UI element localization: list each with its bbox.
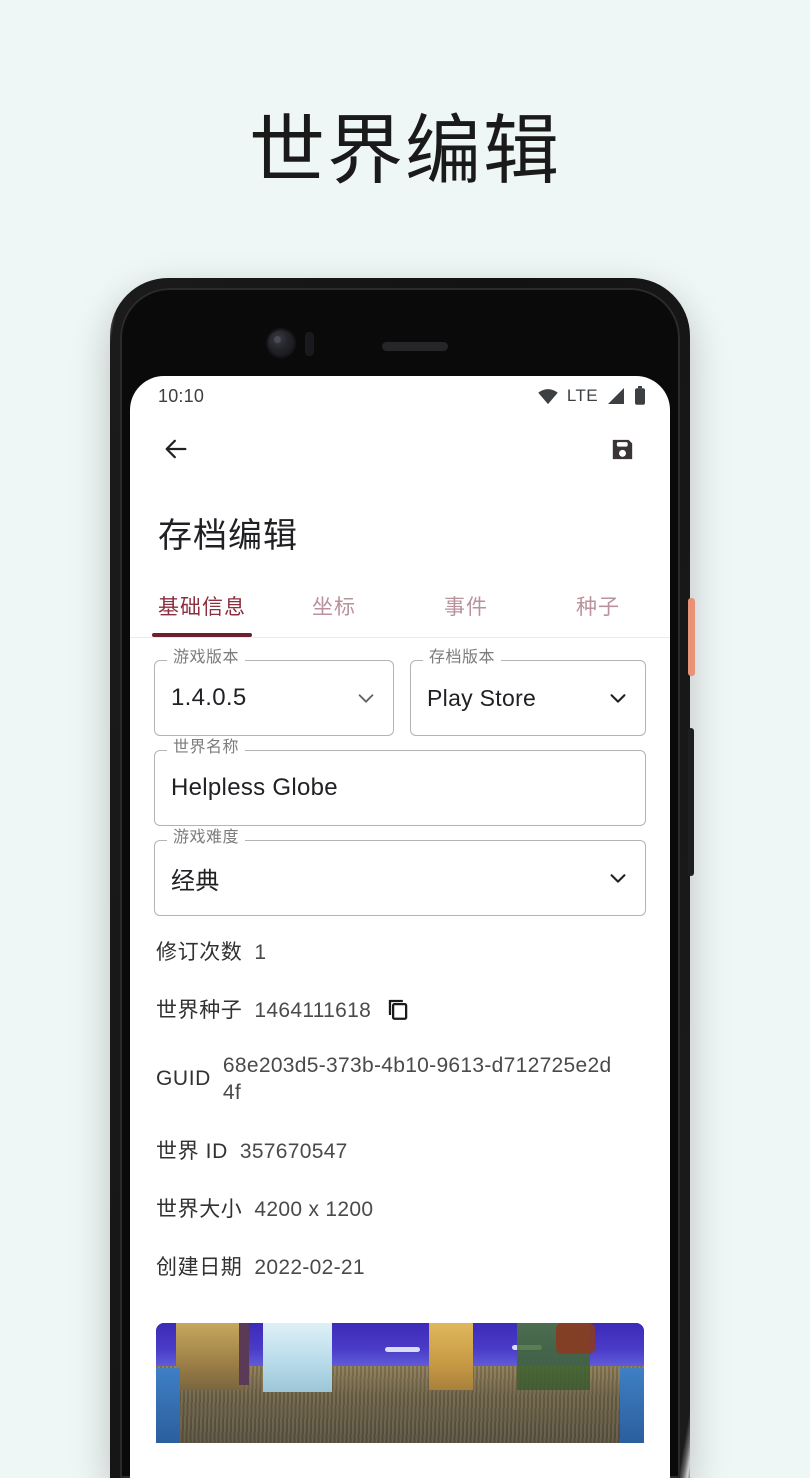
status-bar-icons: LTE bbox=[537, 386, 646, 406]
difficulty-select[interactable]: 游戏难度 经典 bbox=[154, 830, 646, 916]
wifi-icon bbox=[538, 389, 558, 405]
signal-icon bbox=[608, 388, 624, 404]
promo-headline: 世界编辑 bbox=[249, 109, 561, 194]
tab-events[interactable]: 事件 bbox=[400, 579, 532, 637]
info-label: 世界大小 bbox=[156, 1197, 243, 1221]
front-camera-icon bbox=[268, 330, 294, 356]
save-version-select[interactable]: 存档版本 Play Store bbox=[410, 650, 646, 736]
tab-basic-info[interactable]: 基础信息 bbox=[136, 579, 268, 637]
map-preview-wrapper bbox=[130, 1319, 670, 1443]
info-value: 1 bbox=[254, 941, 267, 964]
info-value: 357670547 bbox=[239, 1139, 348, 1163]
info-row-guid: GUID 68e203d5-373b-4b10-9613-d712725e2d4… bbox=[156, 1052, 644, 1107]
game-version-label: 游戏版本 bbox=[167, 650, 246, 666]
world-info-list: 修订次数 1 世界种子 1464111618 GUID 68e203d5-373… bbox=[130, 916, 670, 1319]
back-button[interactable] bbox=[156, 429, 196, 469]
phone-device-mockup: 10:10 LTE 存档编辑 基础信息 坐标 事件 种子 游戏版本 1.4.0.… bbox=[110, 278, 695, 1478]
earpiece-speaker-icon bbox=[382, 342, 448, 351]
map-ocean-left bbox=[156, 1368, 181, 1443]
save-version-label: 存档版本 bbox=[423, 650, 502, 666]
info-value: 68e203d5-373b-4b10-9613-d712725e2d4f bbox=[222, 1054, 612, 1105]
map-ocean-right bbox=[619, 1368, 644, 1443]
version-row: 游戏版本 1.4.0.5 存档版本 Play Store bbox=[154, 650, 646, 736]
info-label: 修订次数 bbox=[156, 941, 243, 964]
chevron-down-icon bbox=[610, 694, 626, 703]
difficulty-label: 游戏难度 bbox=[167, 830, 246, 846]
map-biome-corruption bbox=[238, 1322, 249, 1385]
info-value: 2022-02-21 bbox=[254, 1255, 365, 1279]
status-bar: 10:10 LTE bbox=[130, 376, 670, 416]
game-version-value: 1.4.0.5 bbox=[171, 684, 247, 711]
chevron-down-icon bbox=[358, 694, 374, 703]
info-row-revision: 修订次数 1 bbox=[156, 936, 644, 966]
info-row-created-date: 创建日期 2022-02-21 bbox=[156, 1251, 644, 1281]
world-name-input[interactable]: 世界名称 Helpless Globe bbox=[154, 740, 646, 826]
save-floppy-icon bbox=[612, 439, 632, 459]
info-value: 1464111618 bbox=[254, 999, 372, 1022]
proximity-sensor-icon bbox=[305, 332, 314, 356]
map-biome-sand bbox=[429, 1322, 474, 1390]
world-map-preview[interactable] bbox=[156, 1322, 644, 1443]
map-biome-snow bbox=[263, 1322, 332, 1393]
tab-seeds[interactable]: 种子 bbox=[532, 579, 664, 637]
info-label: 创建日期 bbox=[156, 1255, 243, 1279]
game-version-select[interactable]: 游戏版本 1.4.0.5 bbox=[154, 650, 395, 736]
chevron-down-icon bbox=[610, 874, 626, 883]
battery-icon bbox=[635, 386, 645, 405]
page-title: 存档编辑 bbox=[158, 517, 298, 555]
info-label: GUID bbox=[156, 1067, 211, 1091]
info-value: 4200 x 1200 bbox=[254, 1197, 374, 1221]
info-row-world-seed: 世界种子 1464111618 bbox=[156, 994, 644, 1024]
map-cloud bbox=[385, 1346, 420, 1352]
device-frame: 10:10 LTE 存档编辑 基础信息 坐标 事件 种子 游戏版本 1.4.0.… bbox=[110, 278, 690, 1478]
world-name-value: Helpless Globe bbox=[171, 774, 338, 801]
save-version-value: Play Store bbox=[427, 684, 537, 711]
app-bar bbox=[130, 416, 670, 482]
difficulty-value: 经典 bbox=[171, 867, 220, 895]
status-bar-clock: 10:10 bbox=[158, 385, 205, 406]
save-button[interactable] bbox=[602, 429, 642, 469]
info-label: 世界种子 bbox=[156, 999, 243, 1022]
copy-icon[interactable] bbox=[385, 996, 411, 1022]
world-name-label: 世界名称 bbox=[167, 740, 246, 756]
tab-bar: 基础信息 坐标 事件 种子 bbox=[130, 579, 670, 638]
map-biome-desert bbox=[175, 1322, 244, 1390]
back-arrow-icon bbox=[165, 439, 187, 459]
device-bezel: 10:10 LTE 存档编辑 基础信息 坐标 事件 种子 游戏版本 1.4.0.… bbox=[120, 288, 680, 1478]
info-row-world-size: 世界大小 4200 x 1200 bbox=[156, 1193, 644, 1223]
network-type-label: LTE bbox=[566, 386, 598, 405]
tab-coordinates[interactable]: 坐标 bbox=[268, 579, 400, 637]
phone-screen: 10:10 LTE 存档编辑 基础信息 坐标 事件 种子 游戏版本 1.4.0.… bbox=[130, 376, 670, 1478]
info-row-world-id: 世界 ID 357670547 bbox=[156, 1135, 644, 1165]
form-area: 游戏版本 1.4.0.5 存档版本 Play Store 世界名称 Helple… bbox=[130, 638, 670, 916]
volume-rocker-button[interactable] bbox=[688, 728, 694, 876]
power-button[interactable] bbox=[688, 598, 695, 676]
info-label: 世界 ID bbox=[156, 1139, 228, 1163]
map-biome-underworld bbox=[556, 1322, 596, 1354]
